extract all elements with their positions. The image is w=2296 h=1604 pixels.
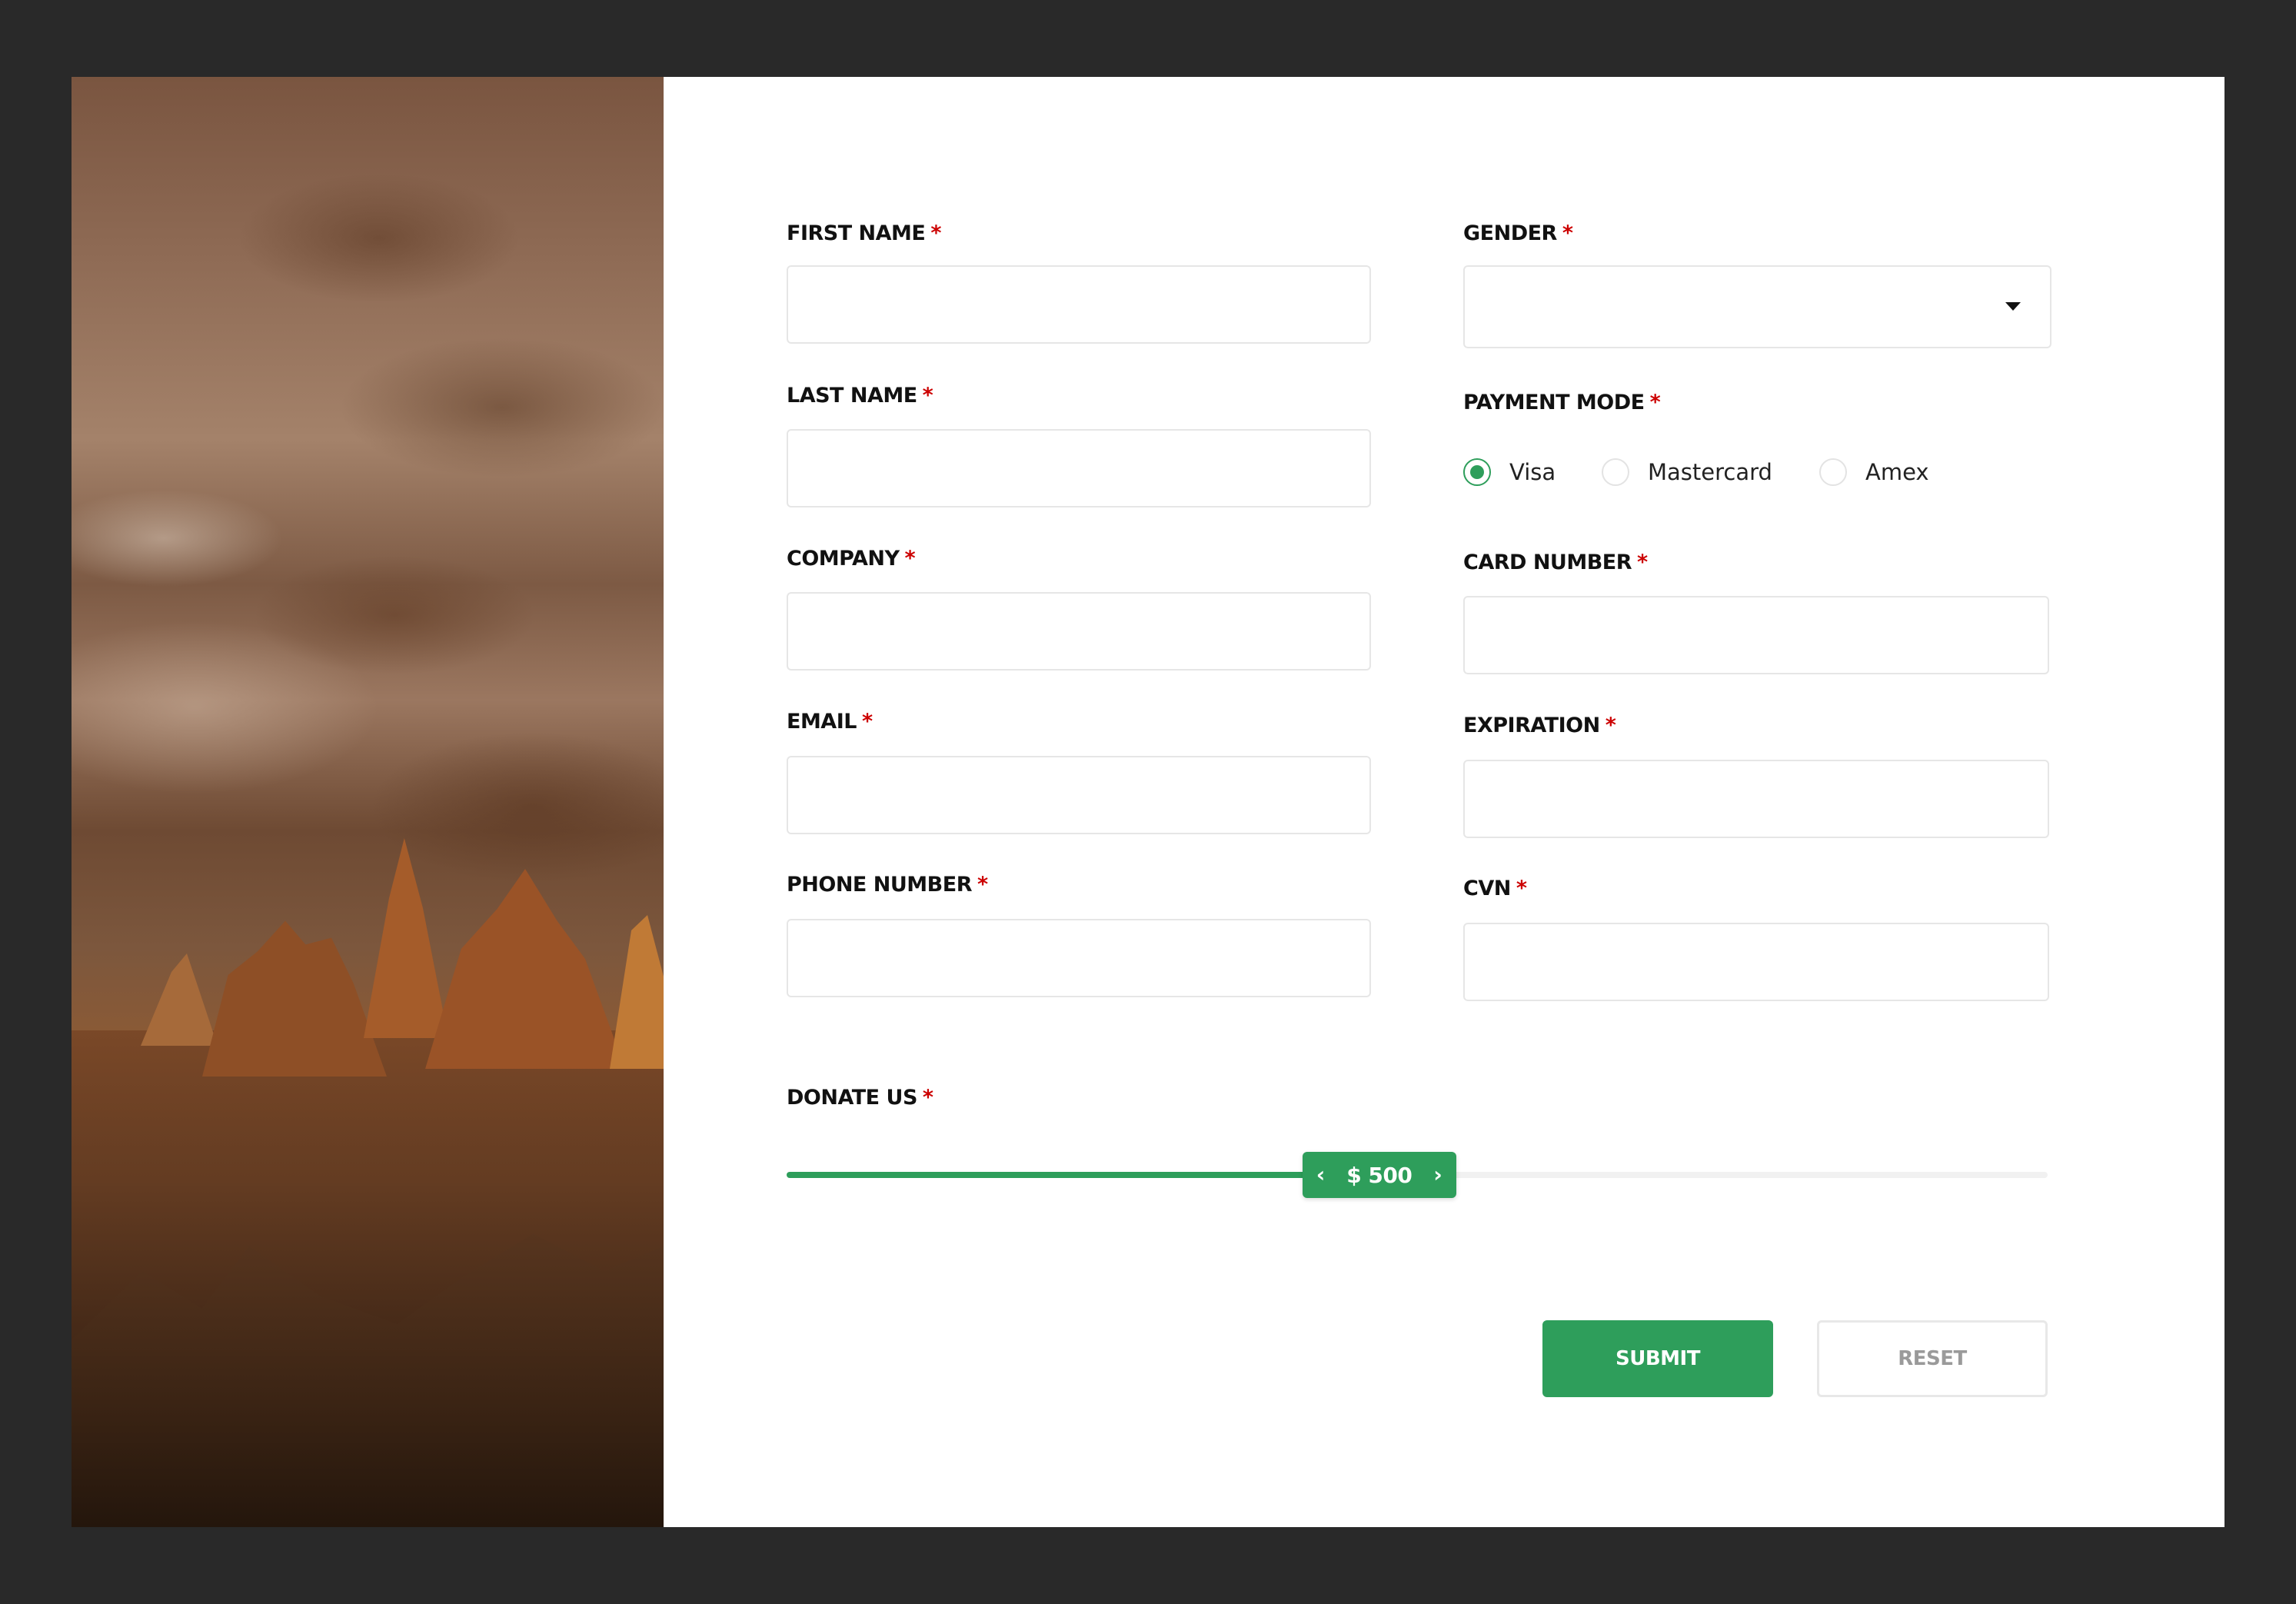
donate-slider-fill — [787, 1172, 1379, 1178]
donation-form-card: FIRST NAME * LAST NAME * COMPANY * EMAIL * P… — [72, 77, 2224, 1527]
required-marker: * — [930, 221, 941, 245]
payment-option-label: Mastercard — [1648, 459, 1772, 485]
email-input[interactable] — [787, 756, 1371, 834]
radio-unchecked-icon[interactable] — [1602, 458, 1629, 486]
required-marker: * — [922, 1086, 933, 1110]
expiration-label: EXPIRATION * — [1463, 714, 1616, 737]
gender-label: GENDER * — [1463, 221, 1573, 245]
required-marker: * — [1649, 391, 1661, 414]
cvn-label: CVN * — [1463, 877, 1527, 900]
hero-rock — [202, 920, 387, 1077]
required-marker: * — [861, 710, 873, 734]
hero-rock — [364, 838, 448, 1038]
hero-rock — [425, 869, 625, 1069]
donate-slider-handle[interactable]: ‹ $ 500 › — [1302, 1152, 1456, 1198]
payment-option-visa[interactable]: Visa — [1463, 458, 1556, 486]
chevron-left-icon: ‹ — [1316, 1162, 1326, 1187]
required-marker: * — [1637, 551, 1648, 574]
phone-number-input[interactable] — [787, 919, 1371, 997]
required-marker: * — [1605, 714, 1616, 737]
company-label: COMPANY * — [787, 547, 916, 571]
last-name-input[interactable] — [787, 429, 1371, 507]
radio-unchecked-icon[interactable] — [1819, 458, 1847, 486]
email-label: EMAIL * — [787, 710, 873, 734]
company-input[interactable] — [787, 592, 1371, 671]
card-number-input[interactable] — [1463, 596, 2049, 674]
payment-option-mastercard[interactable]: Mastercard — [1602, 458, 1772, 486]
required-marker: * — [977, 873, 988, 897]
first-name-input[interactable] — [787, 265, 1371, 344]
hero-image — [72, 77, 664, 1527]
last-name-label: LAST NAME * — [787, 384, 933, 408]
phone-number-label: PHONE NUMBER * — [787, 873, 988, 897]
required-marker: * — [1516, 877, 1527, 900]
expiration-input[interactable] — [1463, 760, 2049, 838]
payment-option-label: Amex — [1865, 459, 1929, 485]
reset-button[interactable]: RESET — [1817, 1320, 2048, 1397]
donate-amount: $ 500 — [1346, 1162, 1413, 1188]
payment-option-amex[interactable]: Amex — [1819, 458, 1929, 486]
hero-rock — [141, 953, 218, 1046]
required-marker: * — [922, 384, 933, 408]
payment-mode-label: PAYMENT MODE * — [1463, 391, 1661, 414]
required-marker: * — [1562, 221, 1573, 245]
first-name-label: FIRST NAME * — [787, 221, 941, 245]
card-number-label: CARD NUMBER * — [1463, 551, 1648, 574]
caret-down-icon — [2005, 302, 2021, 311]
chevron-right-icon: › — [1433, 1162, 1442, 1187]
submit-button[interactable]: SUBMIT — [1542, 1320, 1773, 1397]
payment-option-label: Visa — [1509, 459, 1556, 485]
radio-checked-icon[interactable] — [1463, 458, 1491, 486]
hero-rock — [610, 915, 664, 1069]
required-marker: * — [904, 547, 916, 571]
donate-label: DONATE US * — [787, 1086, 933, 1110]
gender-select[interactable] — [1463, 265, 2051, 348]
cvn-input[interactable] — [1463, 923, 2049, 1001]
